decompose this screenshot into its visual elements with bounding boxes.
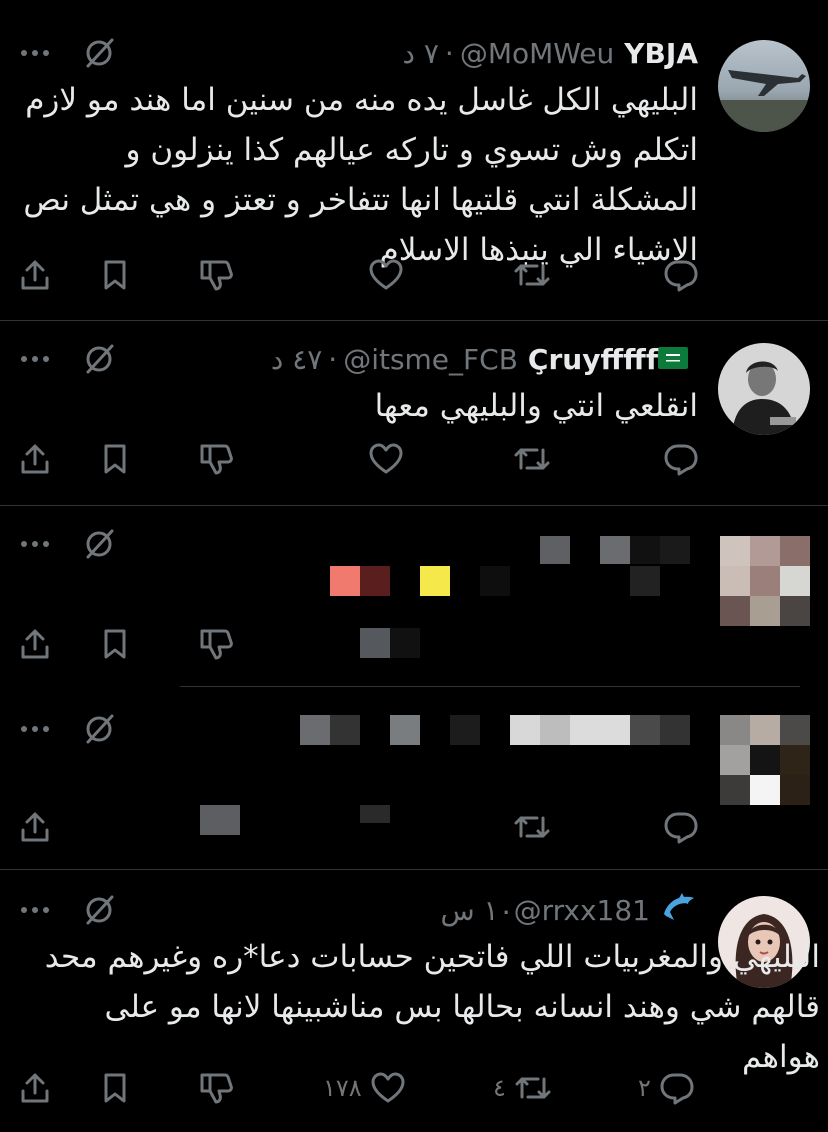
reply-text: البليهي الكل غاسل يده منه من سنين اما هن… xyxy=(13,82,698,268)
more-icon[interactable] xyxy=(20,905,50,915)
heart-icon xyxy=(369,443,403,474)
heart-icon xyxy=(371,1072,405,1103)
reply-card[interactable]: @rrxx181 ١٠ س البليهي والمغربيات اللي فا… xyxy=(0,870,828,1132)
thumbs-down-icon xyxy=(200,444,233,475)
reply-top-icons xyxy=(20,524,116,564)
comment-icon xyxy=(664,812,698,844)
action-bar xyxy=(18,807,703,847)
reply-top-icons xyxy=(20,709,116,749)
bookmark-icon xyxy=(104,260,126,290)
retweet-icon xyxy=(515,1077,551,1099)
reply-text: البليهي والمغربيات اللي فاتحين حسابات دع… xyxy=(34,939,820,1075)
reply-card-redacted[interactable] xyxy=(0,506,828,686)
display-name[interactable]: YBJA xyxy=(624,37,698,70)
action-bar: ١٧٨ ٤ ٢ xyxy=(18,1068,703,1108)
thumbs-down-icon xyxy=(200,260,233,291)
timestamp[interactable]: ٧ د xyxy=(402,37,438,70)
bookmark-button[interactable] xyxy=(98,439,132,479)
share-icon xyxy=(21,629,49,659)
like-button[interactable] xyxy=(368,439,404,479)
reply-top-icons xyxy=(20,33,116,73)
share-icon xyxy=(21,260,49,290)
reply-button[interactable]: ٢ xyxy=(638,1068,695,1108)
bookmark-button[interactable] xyxy=(98,255,132,295)
reply-card[interactable]: Çruyfffff @itsme_FCB · ٤٧ د انقلعي انتي … xyxy=(0,321,828,505)
action-bar xyxy=(18,624,703,664)
reply-header: YBJA @MoMWeu · ٧ د xyxy=(402,33,698,73)
reply-header: @rrxx181 ١٠ س xyxy=(440,890,698,930)
share-icon xyxy=(21,1073,49,1103)
avatar[interactable] xyxy=(718,40,810,132)
share-button[interactable] xyxy=(18,439,52,479)
reply-card[interactable]: YBJA @MoMWeu · ٧ د البليهي الكل غاسل يده… xyxy=(0,0,828,320)
grok-icon[interactable] xyxy=(82,36,116,70)
separator-dot: · xyxy=(328,342,338,376)
reply-top-icons xyxy=(20,890,116,930)
downvote-button[interactable] xyxy=(198,255,234,295)
comment-icon xyxy=(660,1073,694,1105)
retweet-button[interactable] xyxy=(513,439,551,479)
like-count: ١٧٨ xyxy=(323,1074,362,1102)
reply-button[interactable] xyxy=(663,439,699,479)
more-icon[interactable] xyxy=(20,354,50,364)
bookmark-icon xyxy=(104,1073,126,1103)
downvote-button[interactable] xyxy=(198,1068,234,1108)
share-button[interactable] xyxy=(18,807,52,847)
downvote-button[interactable] xyxy=(198,439,234,479)
timestamp[interactable]: ٤٧ د xyxy=(271,343,322,376)
action-bar xyxy=(18,439,703,479)
thumbs-down-icon xyxy=(200,1073,233,1104)
saudi-flag-icon xyxy=(658,343,688,376)
share-button[interactable] xyxy=(18,255,52,295)
action-bar xyxy=(18,255,703,295)
reply-count: ٢ xyxy=(638,1074,651,1102)
comment-icon xyxy=(664,444,698,476)
reply-text: انقلعي انتي والبليهي معها xyxy=(374,388,698,424)
avatar-pixelated xyxy=(720,715,810,805)
user-handle[interactable]: @MoMWeu xyxy=(460,37,614,70)
grok-icon[interactable] xyxy=(82,527,116,561)
separator-dot: · xyxy=(444,36,454,70)
bookmark-button[interactable] xyxy=(98,1068,132,1108)
dolphin-icon xyxy=(660,890,698,931)
avatar[interactable] xyxy=(718,343,810,435)
comment-icon xyxy=(664,260,698,292)
more-icon[interactable] xyxy=(20,539,50,549)
grok-icon[interactable] xyxy=(82,712,116,746)
user-handle[interactable]: @rrxx181 xyxy=(514,894,650,927)
timestamp[interactable]: ١٠ س xyxy=(440,894,513,927)
bookmark-icon xyxy=(104,629,126,659)
retweet-count: ٤ xyxy=(493,1074,506,1102)
bookmark-icon xyxy=(104,444,126,474)
more-icon[interactable] xyxy=(20,48,50,58)
avatar-pixelated xyxy=(720,536,810,626)
thumbs-down-icon xyxy=(200,629,233,660)
reply-top-icons xyxy=(20,339,116,379)
grok-icon[interactable] xyxy=(82,342,116,376)
share-button[interactable] xyxy=(18,624,52,664)
share-icon xyxy=(21,444,49,474)
user-handle[interactable]: @itsme_FCB xyxy=(343,343,518,376)
like-button[interactable] xyxy=(368,255,404,295)
retweet-button[interactable] xyxy=(513,807,551,847)
downvote-button[interactable] xyxy=(198,624,234,664)
share-icon xyxy=(21,812,49,842)
retweet-icon xyxy=(514,816,550,838)
share-button[interactable] xyxy=(18,1068,52,1108)
retweet-icon xyxy=(514,264,550,286)
reply-button[interactable] xyxy=(663,807,699,847)
grok-icon[interactable] xyxy=(82,893,116,927)
reply-header: Çruyfffff @itsme_FCB · ٤٧ د xyxy=(271,339,698,379)
reply-card-redacted[interactable] xyxy=(0,687,828,869)
retweet-icon xyxy=(514,448,550,470)
retweet-button[interactable] xyxy=(513,255,551,295)
more-icon[interactable] xyxy=(20,724,50,734)
bookmark-button[interactable] xyxy=(98,624,132,664)
like-button[interactable]: ١٧٨ xyxy=(323,1068,406,1108)
reply-button[interactable] xyxy=(663,255,699,295)
display-name[interactable]: Çruyfffff xyxy=(528,343,658,376)
heart-icon xyxy=(369,259,403,290)
retweet-button[interactable]: ٤ xyxy=(493,1068,552,1108)
